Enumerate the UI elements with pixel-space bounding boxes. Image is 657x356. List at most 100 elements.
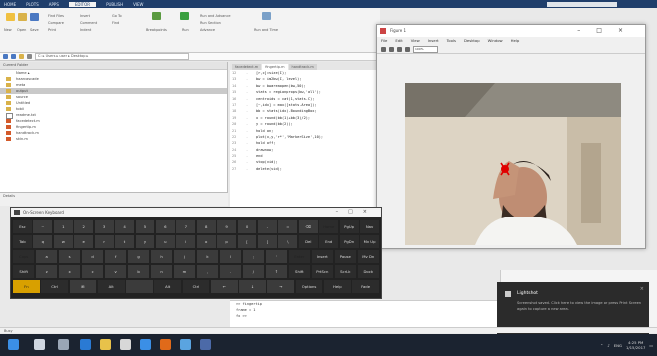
figure-title-bar[interactable]: Figure 1 –□× [377,25,645,37]
key[interactable]: Nav [360,220,379,233]
key[interactable]: 9 [217,220,237,233]
zoom-field[interactable]: 100% [413,45,438,53]
insert-button[interactable]: Insert [80,14,90,18]
window-controls[interactable]: –□× [336,208,377,217]
print-icon[interactable] [405,46,410,52]
advance-button[interactable]: Advance [200,28,215,32]
key[interactable]: a [35,250,58,263]
edge-icon[interactable] [80,339,91,350]
tab-publish[interactable]: PUBLISH [106,2,123,7]
new-icon[interactable] [6,13,15,21]
search-documentation-input[interactable] [547,1,617,7]
key[interactable]: Fn [13,280,40,293]
key[interactable]: Help [323,280,351,293]
run-and-time-icon[interactable] [262,12,271,20]
key[interactable]: ~ [33,220,53,233]
window-controls[interactable]: –□× [577,25,639,37]
task-view-icon[interactable] [58,339,69,350]
key[interactable]: 4 [115,220,134,233]
key[interactable]: Dock [357,265,379,278]
notification-center-icon[interactable]: ▭ [649,343,653,348]
volume-icon[interactable]: ♪ [607,343,609,348]
key[interactable]: 3 [94,220,114,233]
find-button[interactable]: Find [112,21,119,25]
key[interactable]: Alt [97,280,125,293]
key[interactable]: ] [258,235,277,248]
tab-view[interactable]: VIEW [133,2,143,7]
key[interactable]: Ctrl [41,280,69,293]
list-item[interactable]: skin.m [0,136,227,142]
key[interactable]: ⊞ [69,280,97,293]
command-window[interactable]: >> fingertip frame = 1 fx >> [230,300,500,327]
tab-apps[interactable]: APPS [49,2,59,7]
find-files-button[interactable]: Find Files [48,14,64,18]
keyboard-title-bar[interactable]: On-Screen Keyboard –□× [11,208,381,217]
key[interactable]: z [35,265,58,278]
key[interactable]: PgUp [339,220,359,233]
key[interactable]: ' [265,250,288,263]
browse-folder-icon[interactable] [27,54,32,59]
key[interactable]: n [150,265,173,278]
indent-button[interactable]: Indent [80,28,91,32]
key[interactable]: \ [278,235,298,248]
compare-button[interactable]: Compare [48,21,64,25]
camera-icon[interactable] [180,339,191,350]
key[interactable]: Mv Up [360,235,379,248]
key[interactable]: y [135,235,155,248]
menu-view[interactable]: View [411,37,420,45]
key[interactable]: l [219,250,242,263]
key[interactable]: PrtScn [311,265,334,278]
start-icon[interactable] [8,339,19,350]
file-explorer-icon[interactable] [100,339,111,350]
key[interactable]: Esc [13,220,32,233]
clock[interactable]: 4:25 PM 1/15/2017 [626,340,645,350]
key[interactable]: 0 [237,220,257,233]
key[interactable]: m [173,265,196,278]
key[interactable]: Mv Dn [357,250,379,263]
key[interactable]: v [104,265,127,278]
close-icon[interactable]: × [640,286,644,292]
key[interactable]: 6 [155,220,175,233]
current-path[interactable]: C: ▸ Users ▸ user ▸ Desktop ▸ [35,53,189,60]
key[interactable]: Insert [311,250,334,263]
key[interactable]: Alt [154,280,182,293]
key[interactable]: j [173,250,196,263]
key[interactable]: [ [237,235,257,248]
account-menu[interactable] [627,2,657,7]
key[interactable]: - [258,220,277,233]
key[interactable]: ScrLk [334,265,357,278]
network-icon[interactable]: ⌃ [600,343,603,348]
tab-plots[interactable]: PLOTS [26,2,39,7]
key[interactable]: Shift [288,265,311,278]
key[interactable]: Pause [334,250,357,263]
print-button[interactable]: Print [48,28,56,32]
key[interactable]: d [81,250,104,263]
menu-window[interactable]: Window [488,37,503,45]
key[interactable]: c [81,265,104,278]
key[interactable]: k [196,250,219,263]
key[interactable]: Options [295,280,323,293]
key[interactable]: → [267,280,295,293]
key[interactable]: f [104,250,127,263]
command-prompt[interactable]: fx >> [230,313,500,319]
save-icon[interactable] [30,13,39,21]
back-icon[interactable] [3,54,8,59]
mail-icon[interactable] [140,339,151,350]
key[interactable]: ⌫ [298,220,318,233]
key[interactable]: q [33,235,53,248]
key[interactable]: Shift [13,265,35,278]
store-icon[interactable] [120,339,131,350]
key[interactable]: PgDn [339,235,359,248]
key[interactable]: ↑ [265,265,288,278]
key[interactable]: ↓ [239,280,266,293]
forward-icon[interactable] [11,54,16,59]
menu-edit[interactable]: Edit [395,37,402,45]
key[interactable]: 2 [74,220,94,233]
up-folder-icon[interactable] [19,54,24,59]
details-panel[interactable]: Details [0,192,228,206]
open-file-icon[interactable] [389,46,394,52]
key[interactable]: . [219,265,242,278]
key[interactable]: = [278,220,298,233]
go-to-button[interactable]: Go To [112,14,122,18]
save-figure-icon[interactable] [397,46,402,52]
